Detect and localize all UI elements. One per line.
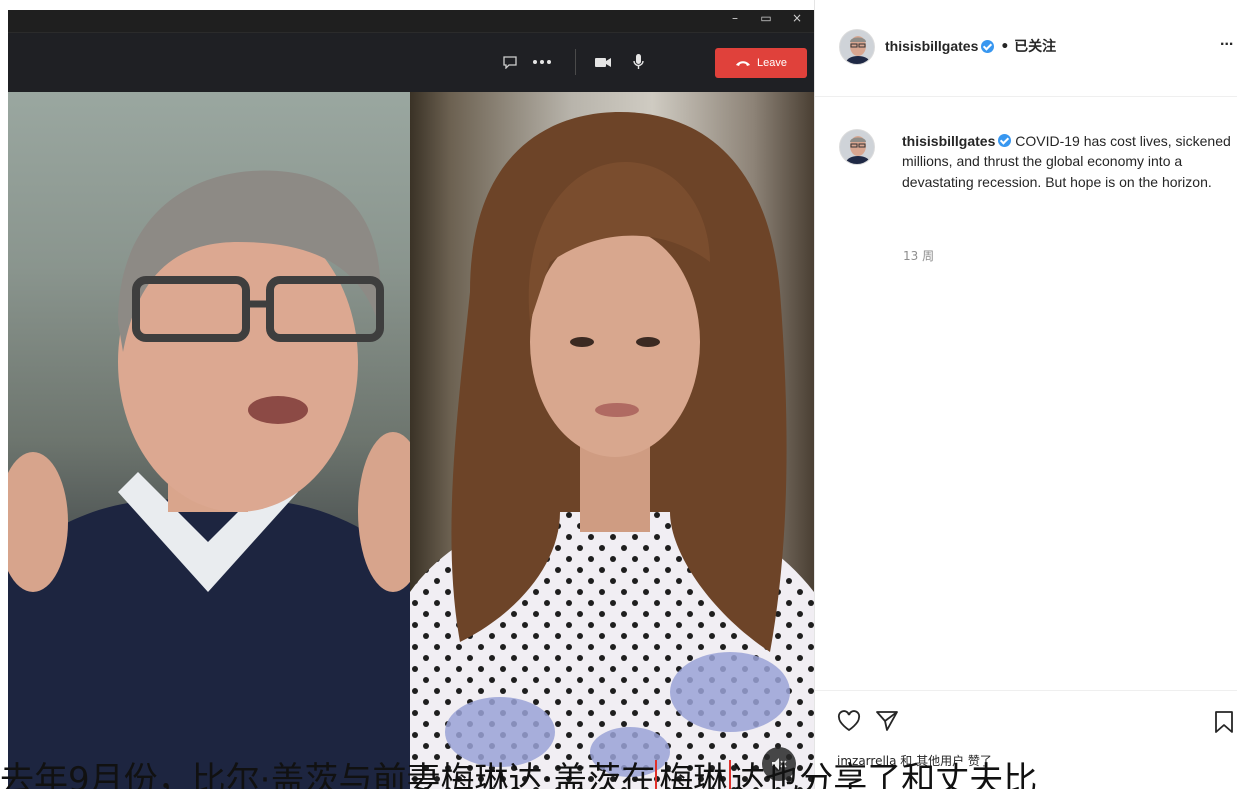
heart-icon[interactable] — [837, 710, 861, 736]
header-divider — [815, 96, 1237, 97]
more-dots-icon[interactable] — [531, 49, 553, 75]
video-subtitle: 去年9月份，比尔·盖茨与前妻梅琳达·盖茨在 梅琳 达也分享了和丈夫比 — [0, 760, 1237, 789]
post-header: thisisbillgates • 已关注 — [885, 36, 1056, 56]
participant-video-right — [410, 92, 814, 789]
restore-button[interactable]: ▭ — [757, 11, 775, 25]
leave-button-label: Leave — [757, 57, 787, 69]
video-call-window: – ▭ × Leave — [8, 10, 814, 789]
subtitle-highlight: 梅琳 — [655, 760, 732, 789]
video-camera-icon[interactable] — [592, 49, 614, 75]
toolbar-divider — [575, 49, 576, 75]
participant-right-illustration — [410, 112, 814, 789]
author-avatar[interactable] — [839, 29, 875, 65]
post-timestamp[interactable]: 13 周 — [903, 247, 934, 264]
actions-divider — [815, 690, 1237, 691]
verified-badge-icon — [981, 39, 995, 53]
leave-call-button[interactable]: Leave — [715, 48, 807, 78]
author-username[interactable]: thisisbillgates — [885, 38, 978, 54]
microphone-icon[interactable] — [628, 49, 648, 75]
caption-username[interactable]: thisisbillgates — [902, 133, 995, 149]
participant-video-left — [8, 92, 410, 789]
call-toolbar: Leave — [8, 32, 814, 92]
bookmark-icon[interactable] — [1213, 710, 1235, 738]
caption-verified-badge-icon — [998, 134, 1012, 147]
share-icon[interactable] — [875, 710, 899, 736]
chat-bubble-icon[interactable] — [500, 49, 520, 75]
instagram-post-panel: thisisbillgates • 已关注 ... thisisbillgate… — [814, 0, 1237, 789]
caption-author-avatar[interactable] — [839, 129, 875, 165]
subtitle-text-before: 去年9月份，比尔·盖茨与前妻梅琳达·盖茨在 — [0, 760, 656, 789]
participant-left-illustration — [8, 170, 410, 789]
close-window-button[interactable]: × — [788, 11, 806, 25]
more-options-button[interactable]: ... — [1220, 32, 1233, 50]
subtitle-text-after: 达也分享了和丈夫比 — [731, 760, 1038, 789]
hang-up-icon — [736, 61, 750, 66]
window-title-bar: – ▭ × — [8, 10, 814, 32]
minimize-button[interactable]: – — [726, 11, 744, 25]
post-caption: thisisbillgates COVID-19 has cost lives,… — [902, 131, 1234, 192]
follow-status[interactable]: • 已关注 — [1000, 36, 1056, 56]
